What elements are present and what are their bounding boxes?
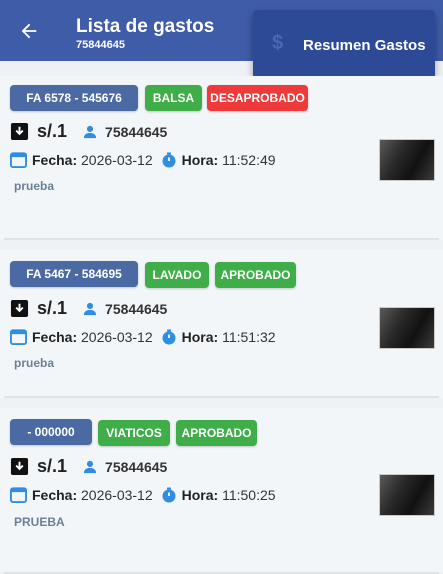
expense-date: 2026-03-12 [81,151,153,168]
receipt-thumbnail[interactable] [379,139,435,181]
expense-user: 75844645 [105,123,168,140]
expense-time: 11:52:49 [222,151,276,168]
expense-amount: s/.1 [37,121,68,141]
summary-expenses-button[interactable]: $ Resumen Gastos [253,10,435,79]
category-badge: BALSA [145,85,202,111]
person-icon [83,125,97,138]
card-divider [4,396,439,398]
summary-expenses-label: Resumen Gastos [303,37,426,54]
time-label: Hora: [181,486,219,503]
status-badge: APROBADO [215,262,296,288]
receipt-thumbnail[interactable] [379,307,435,349]
archive-box-icon [10,457,29,476]
expense-description: PRUEBA [14,515,65,529]
page-title: Lista de gastos [76,16,215,37]
expense-user: 75844645 [105,300,168,317]
expense-amount: s/.1 [37,298,68,318]
expense-time: 11:51:32 [222,328,276,345]
expense-code-badge: FA 6578 - 545676 [10,85,138,111]
expense-description: prueba [14,356,55,370]
expense-code-badge: - 000000 [10,419,92,445]
page-subtitle: 75844645 [76,39,125,51]
expense-description: prueba [14,179,55,193]
receipt-thumbnail[interactable] [379,474,435,516]
person-icon [83,460,97,473]
dollar-icon: $ [272,32,284,54]
expense-date: 2026-03-12 [81,486,153,503]
status-badge: APROBADO [176,420,257,446]
expense-user: 75844645 [105,458,168,475]
calendar-icon [10,152,27,168]
time-label: Hora: [181,328,219,345]
back-arrow-icon[interactable] [18,20,40,42]
expense-date: 2026-03-12 [81,328,153,345]
calendar-icon [10,487,27,503]
category-badge: LAVADO [145,262,209,288]
date-time-row: Fecha: 2026-03-12 Hora: 11:51:32 [10,328,276,345]
timer-icon [162,487,176,502]
timer-icon [162,329,176,344]
amount-row: s/.1 75844645 [10,121,167,142]
expense-amount: s/.1 [37,456,68,476]
expense-card[interactable]: - 000000 VIATICOS APROBADO s/.1 75844645… [0,408,443,572]
timer-icon [162,152,176,167]
expense-card[interactable]: FA 5467 - 584695 LAVADO APROBADO s/.1 75… [0,250,443,398]
date-label: Fecha: [32,486,78,503]
archive-box-icon [10,122,29,141]
calendar-icon [10,329,27,345]
expense-code-badge: FA 5467 - 584695 [10,261,138,287]
expense-card[interactable]: FA 6578 - 545676 BALSA DESAPROBADO s/.1 … [0,76,443,240]
status-badge: DESAPROBADO [207,85,308,111]
expense-time: 11:50:25 [222,486,276,503]
amount-row: s/.1 75844645 [10,298,167,319]
time-label: Hora: [181,151,219,168]
card-divider [4,238,439,240]
category-badge: VIATICOS [98,420,170,446]
person-icon [83,302,97,315]
amount-row: s/.1 75844645 [10,456,167,477]
archive-box-icon [10,299,29,318]
date-label: Fecha: [32,328,78,345]
date-time-row: Fecha: 2026-03-12 Hora: 11:50:25 [10,486,276,503]
date-label: Fecha: [32,151,78,168]
date-time-row: Fecha: 2026-03-12 Hora: 11:52:49 [10,151,276,168]
